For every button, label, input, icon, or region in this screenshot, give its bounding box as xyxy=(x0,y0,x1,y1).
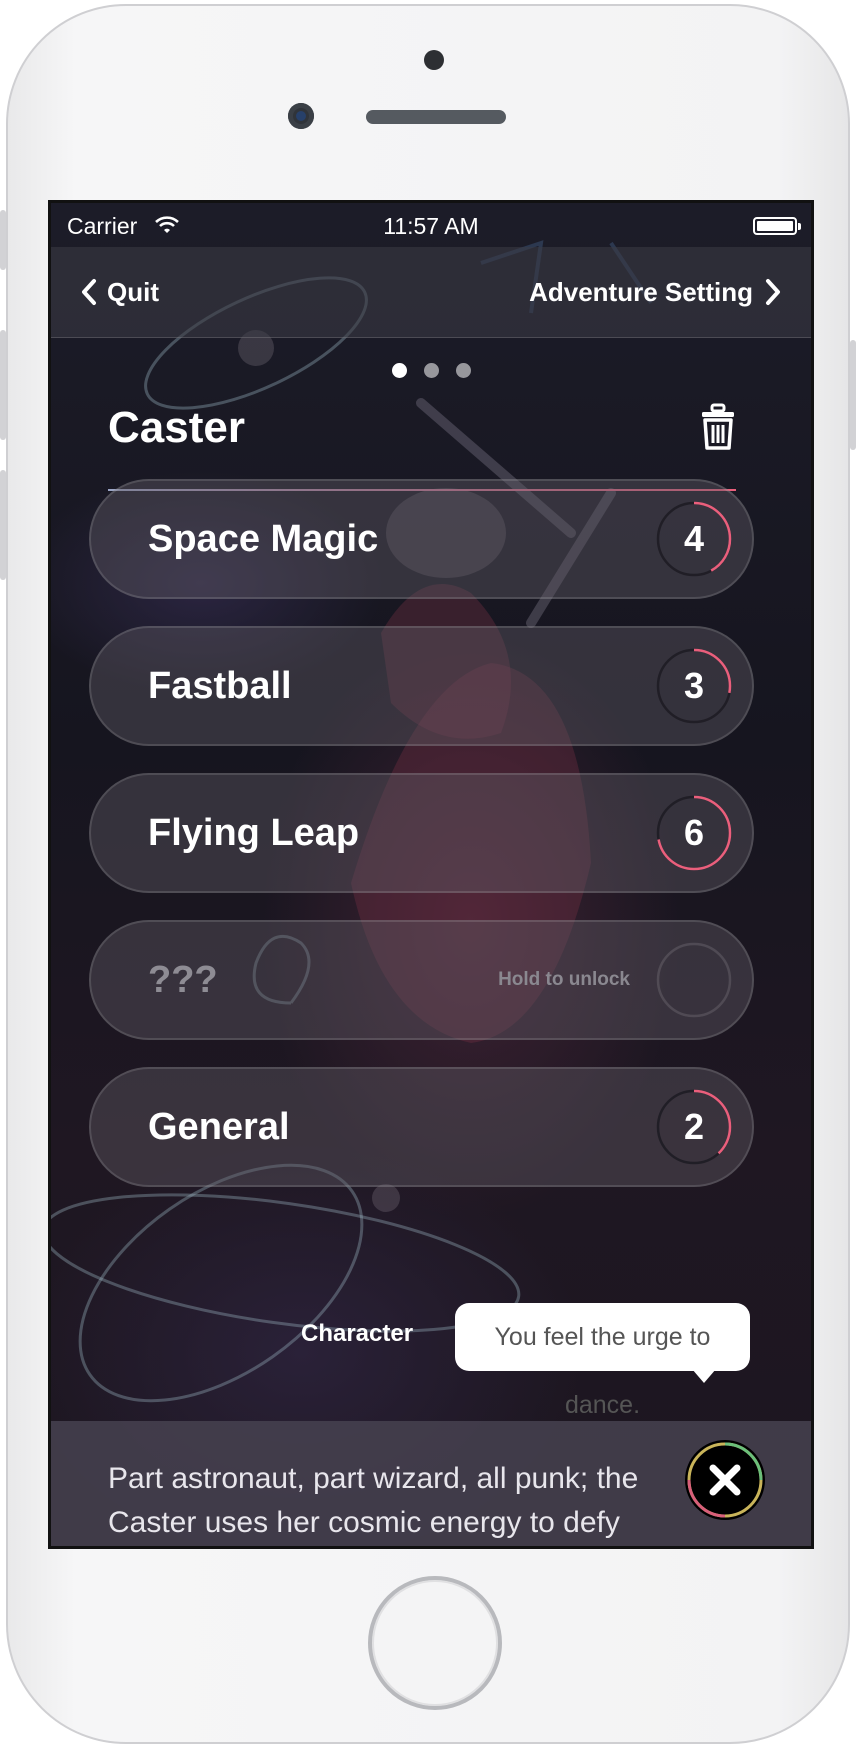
page-dot[interactable] xyxy=(455,363,471,378)
status-bar: Carrier 11:57 AM xyxy=(51,203,811,247)
skill-name: Fastball xyxy=(148,665,292,707)
adventure-setting-label: Adventure Setting xyxy=(529,276,753,307)
navigation-bar: Quit Adventure Setting xyxy=(51,247,811,338)
skill-value: 6 xyxy=(683,812,705,853)
app-screen: Carrier 11:57 AM Quit Adventure Setting … xyxy=(48,200,814,1549)
skill-row-locked[interactable]: ??? Hold to unlock xyxy=(89,920,754,1040)
skill-value: 3 xyxy=(683,665,705,706)
mute-switch xyxy=(0,210,6,270)
skill-name: Space Magic xyxy=(148,518,379,560)
skill-progress-ring xyxy=(656,942,732,1018)
quit-label: Quit xyxy=(107,276,159,307)
status-time: 11:57 AM xyxy=(383,213,479,239)
proximity-sensor xyxy=(424,50,444,70)
skill-row-general[interactable]: General 2 xyxy=(89,1067,754,1187)
skill-value: 4 xyxy=(683,518,705,559)
quit-button[interactable]: Quit xyxy=(81,268,159,316)
trash-icon[interactable] xyxy=(700,403,736,451)
page-dot[interactable] xyxy=(391,363,407,378)
chevron-left-icon xyxy=(82,279,96,305)
skill-row-flying-leap[interactable]: Flying Leap 6 xyxy=(89,773,754,893)
skill-name: Flying Leap xyxy=(148,812,360,854)
class-title: Caster xyxy=(108,403,245,452)
power-button xyxy=(850,340,856,450)
skill-row-space-magic[interactable]: Space Magic 4 xyxy=(89,479,754,599)
close-button[interactable] xyxy=(685,1440,765,1520)
hold-to-unlock-hint: Hold to unlock xyxy=(498,969,630,990)
class-header: Caster xyxy=(108,393,736,463)
skill-value: 2 xyxy=(683,1106,705,1147)
skill-name: General xyxy=(148,1106,290,1148)
class-description: Part astronaut, part wizard, all punk; t… xyxy=(108,1462,639,1539)
character-section-label: Character xyxy=(301,1320,414,1347)
page-dot[interactable] xyxy=(423,363,439,378)
skill-name: ??? xyxy=(148,959,218,1001)
battery-icon xyxy=(753,217,801,235)
home-button[interactable] xyxy=(368,1576,502,1710)
front-camera xyxy=(288,103,314,129)
skill-row-fastball[interactable]: Fastball 3 xyxy=(89,626,754,746)
flavor-tooltip: You feel the urge to dance. xyxy=(455,1303,750,1419)
adventure-setting-button[interactable]: Adventure Setting xyxy=(529,268,781,316)
chevron-right-icon xyxy=(766,279,780,305)
volume-down-button xyxy=(0,470,6,580)
close-icon xyxy=(709,1464,741,1496)
volume-up-button xyxy=(0,330,6,440)
page-indicator[interactable] xyxy=(51,363,811,378)
earpiece-speaker xyxy=(366,110,506,124)
